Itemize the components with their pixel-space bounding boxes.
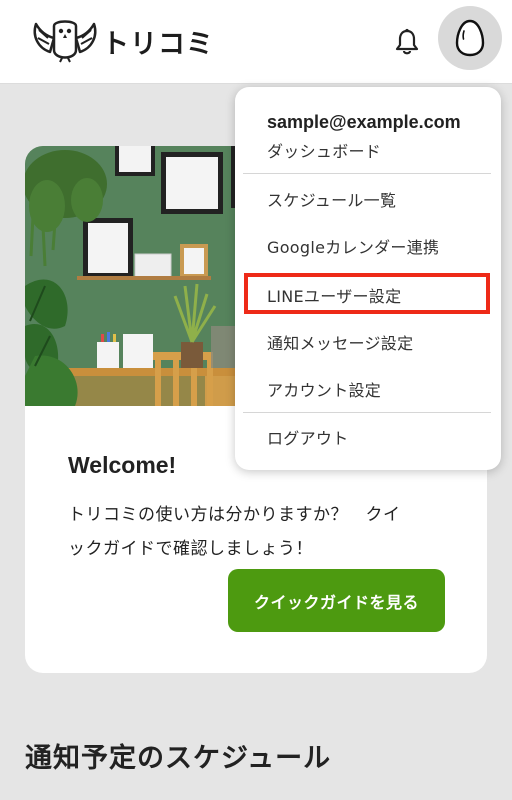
egg-icon — [455, 19, 485, 57]
logo[interactable]: トリコミ — [30, 16, 214, 66]
menu-item-schedule-list[interactable]: スケジュール一覧 — [267, 187, 396, 211]
app-name: トリコミ — [102, 28, 214, 60]
bell-icon[interactable] — [394, 28, 420, 56]
user-avatar-button[interactable] — [438, 6, 502, 70]
menu-item-dashboard[interactable]: ダッシュボード — [267, 138, 381, 162]
user-email: sample@example.com — [267, 112, 461, 132]
welcome-description-line2: ックガイドで確認しましょう！ — [68, 539, 313, 559]
menu-divider — [243, 173, 491, 174]
owl-logo-icon — [33, 20, 97, 63]
welcome-title: Welcome! — [68, 452, 177, 478]
user-dropdown-menu: sample@example.com ダッシュボード スケジュール一覧 Goog… — [235, 87, 501, 470]
quick-guide-button[interactable]: クイックガイドを見る — [228, 569, 445, 632]
schedule-section-title: 通知予定のスケジュール — [25, 743, 332, 774]
menu-item-account-settings[interactable]: アカウント設定 — [267, 377, 381, 401]
welcome-description: トリコミの使い方は分かりますか？ クイ ックガイドで確認しましょう！ — [68, 498, 458, 566]
menu-item-line-user-settings[interactable]: LINEユーザー設定 — [267, 283, 401, 307]
menu-item-notification-message[interactable]: 通知メッセージ設定 — [267, 330, 413, 354]
app-header: トリコミ — [0, 0, 512, 84]
menu-divider — [243, 412, 491, 413]
menu-item-google-calendar[interactable]: Googleカレンダー連携 — [267, 234, 439, 258]
welcome-description-line1: トリコミの使い方は分かりますか？ クイ — [68, 505, 401, 525]
menu-item-logout[interactable]: ログアウト — [267, 425, 349, 449]
